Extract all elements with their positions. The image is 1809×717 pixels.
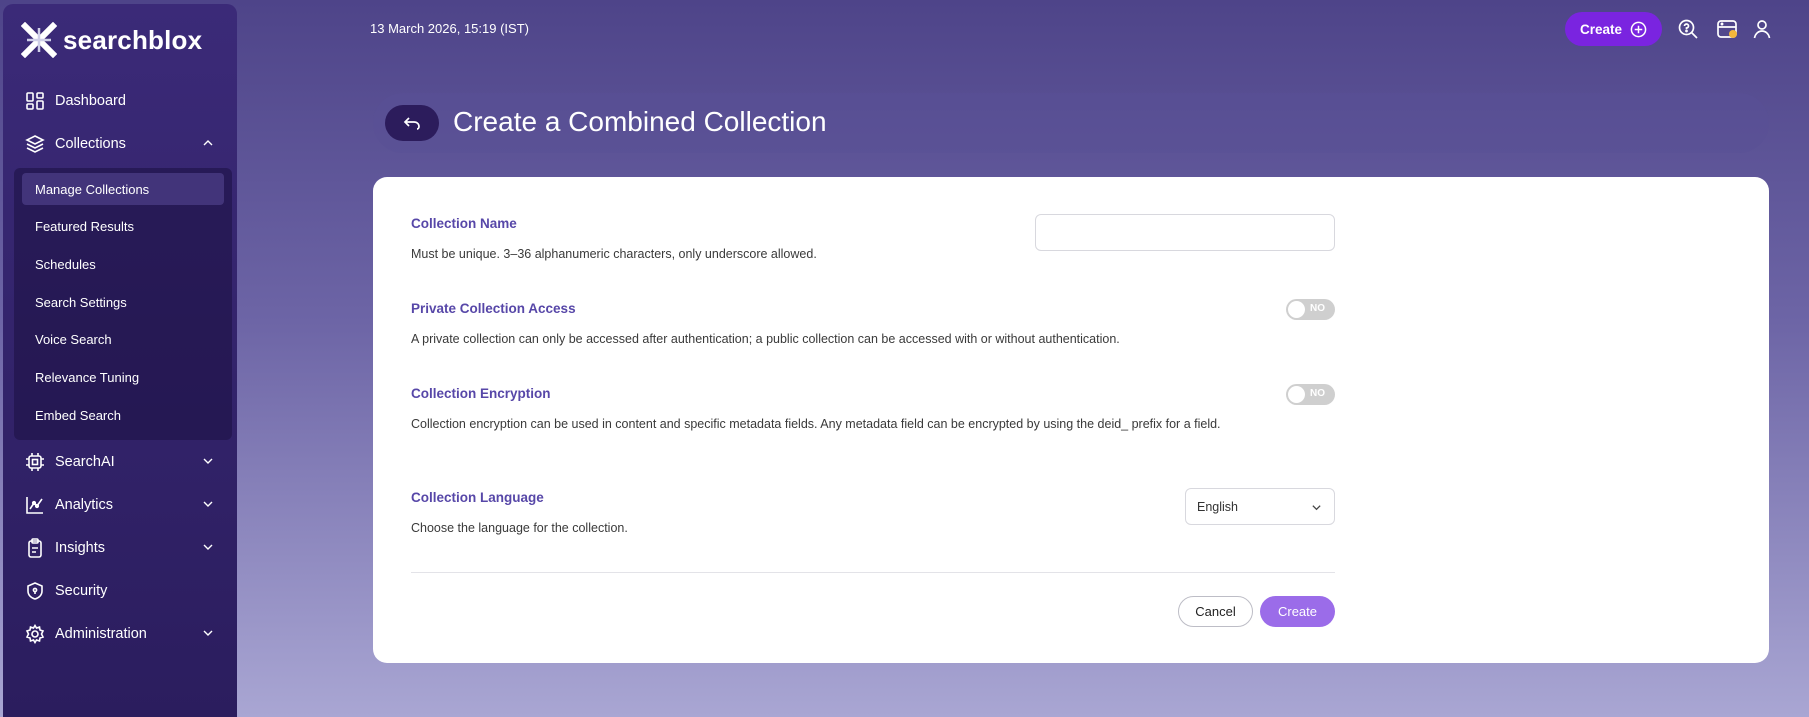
language-selected-value: English [1197, 499, 1238, 514]
language-desc: Choose the language for the collection. [411, 521, 628, 535]
sidebar-subitem-embed-search[interactable]: Embed Search [22, 399, 224, 431]
sidebar-subitem-voice-search[interactable]: Voice Search [22, 323, 224, 355]
sidebar-subitem-relevance-tuning[interactable]: Relevance Tuning [22, 361, 224, 393]
toggle-state: NO [1310, 303, 1325, 314]
create-collection-form: Collection Name Must be unique. 3–36 alp… [373, 177, 1769, 663]
user-icon[interactable] [1751, 18, 1773, 40]
sidebar-subitem-search-settings[interactable]: Search Settings [22, 286, 224, 318]
chevron-up-icon [203, 140, 213, 146]
language-select[interactable]: English [1185, 488, 1335, 525]
encryption-label: Collection Encryption [411, 386, 551, 401]
sidebar-item-security[interactable]: Security [25, 578, 220, 604]
shield-icon [25, 581, 45, 601]
form-divider [411, 572, 1335, 573]
sidebar-item-insights[interactable]: Insights [25, 535, 220, 561]
language-label: Collection Language [411, 490, 544, 505]
sidebar-item-label: Analytics [55, 497, 114, 513]
help-search-icon[interactable] [1677, 18, 1699, 40]
back-arrow-icon [403, 117, 420, 130]
create-top-label: Create [1579, 21, 1623, 37]
encryption-desc: Collection encryption can be used in con… [411, 417, 1221, 431]
dashboard-icon [25, 91, 45, 111]
sidebar-item-administration[interactable]: Administration [25, 621, 220, 647]
back-button[interactable] [385, 105, 439, 141]
sidebar-item-label: SearchAI [55, 454, 115, 470]
sidebar-item-label: Dashboard [55, 93, 126, 109]
toggle-state: NO [1310, 388, 1325, 399]
layers-icon [25, 134, 45, 154]
toggle-knob [1288, 301, 1305, 318]
searchblox-logo-icon [21, 22, 57, 58]
sidebar-item-label: Administration [55, 626, 147, 642]
sidebar-item-analytics[interactable]: Analytics [25, 492, 220, 518]
server-status-icon[interactable] [1716, 18, 1738, 40]
chevron-down-icon [203, 630, 213, 636]
collection-name-label: Collection Name [411, 216, 517, 231]
sidebar-item-label: Insights [55, 540, 105, 556]
toggle-knob [1288, 386, 1305, 403]
plus-circle-icon [1630, 21, 1647, 37]
gear-icon [25, 624, 45, 644]
chevron-down-icon [203, 544, 213, 550]
chevron-down-icon [1312, 505, 1321, 511]
chevron-down-icon [203, 501, 213, 507]
page-header: Create a Combined Collection [373, 93, 1769, 153]
brand-logo[interactable]: searchblox [21, 22, 202, 58]
chevron-down-icon [203, 458, 213, 464]
cancel-button[interactable]: Cancel [1178, 596, 1253, 627]
chip-icon [25, 452, 45, 472]
sidebar-item-searchai[interactable]: SearchAI [25, 449, 220, 475]
current-datetime: 13 March 2026, 15:19 (IST) [370, 21, 529, 36]
sidebar-item-dashboard[interactable]: Dashboard [25, 88, 220, 114]
sidebar-subitem-featured-results[interactable]: Featured Results [22, 210, 224, 242]
collections-submenu: Manage Collections Featured Results Sche… [14, 168, 232, 440]
sidebar-item-label: Security [55, 583, 108, 599]
private-access-toggle[interactable]: NO [1286, 299, 1335, 320]
private-access-label: Private Collection Access [411, 301, 576, 316]
sidebar-item-collections[interactable]: Collections [25, 131, 220, 157]
sidebar-item-label: Collections [55, 136, 126, 152]
encryption-toggle[interactable]: NO [1286, 384, 1335, 405]
chart-icon [25, 495, 45, 515]
collection-name-input[interactable] [1035, 214, 1335, 251]
brand-name: searchblox [63, 24, 203, 55]
collection-name-desc: Must be unique. 3–36 alphanumeric charac… [411, 247, 817, 261]
private-access-desc: A private collection can only be accesse… [411, 332, 1120, 346]
page-title: Create a Combined Collection [453, 106, 827, 137]
create-button[interactable]: Create [1260, 596, 1335, 627]
clipboard-icon [25, 538, 45, 558]
sidebar-subitem-manage-collections[interactable]: Manage Collections [22, 173, 224, 205]
sidebar-subitem-schedules[interactable]: Schedules [22, 248, 224, 280]
sidebar: searchblox Dashboard Collections Manage … [3, 4, 237, 717]
create-top-button[interactable]: Create [1565, 12, 1662, 46]
